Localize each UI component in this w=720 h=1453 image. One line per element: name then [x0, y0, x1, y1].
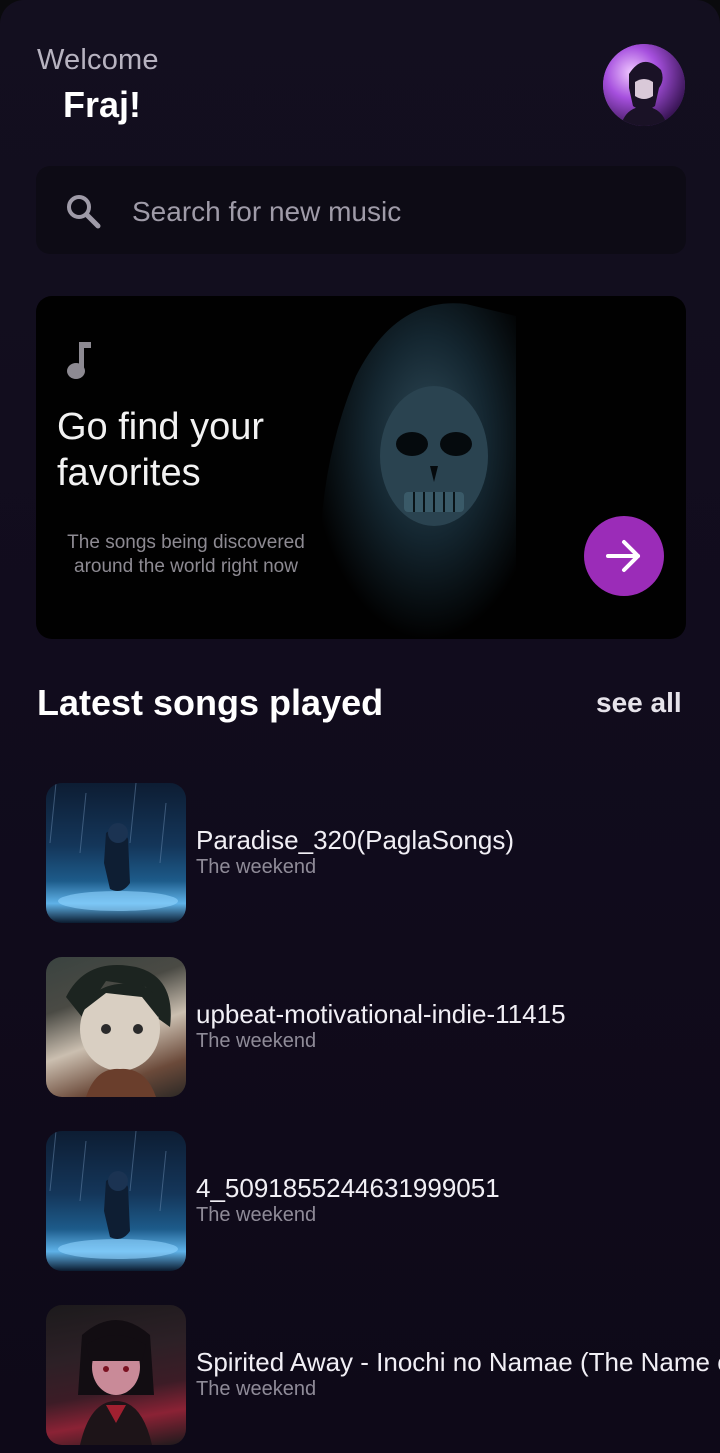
search-input[interactable] [132, 190, 652, 234]
hero-title-line1: Go find your [57, 406, 264, 448]
song-artist: The weekend [196, 856, 317, 878]
see-all-link[interactable]: see all [596, 687, 682, 719]
song-title: 4_5091855244631999051 [196, 1173, 500, 1203]
song-artist: The weekend [196, 1204, 317, 1226]
hero-title: Go find your favorites [57, 404, 357, 496]
avatar[interactable] [603, 44, 685, 126]
song-title: Paradise_320(PaglaSongs) [196, 825, 514, 855]
rain-figure-image [49, 1131, 178, 1259]
hero-title-line2: favorites [57, 452, 201, 494]
hero-subtitle-line2: around the world right now [74, 556, 298, 577]
song-item[interactable]: 4_5091855244631999051 The weekend [46, 1131, 720, 1271]
song-artwork [46, 957, 186, 1097]
latest-songs-title: Latest songs played [37, 682, 384, 723]
hero-subtitle: The songs being discovered around the wo… [56, 531, 316, 579]
song-artwork [46, 1131, 186, 1271]
home-screen: Welcome Fraj! Search for new music Go fi… [0, 0, 720, 1453]
avatar-image [603, 44, 685, 126]
song-artist: The weekend [196, 1378, 317, 1400]
song-item[interactable]: Spirited Away - Inochi no Namae (The Nam… [46, 1305, 720, 1445]
search-icon [67, 195, 101, 229]
anime-boy-image [66, 965, 171, 1097]
welcome-label: Welcome [37, 44, 159, 76]
song-artwork [46, 783, 186, 923]
explore-button[interactable] [584, 516, 664, 596]
song-title: Spirited Away - Inochi no Namae (The Nam… [196, 1347, 720, 1377]
song-item[interactable]: upbeat-motivational-indie-11415 The week… [46, 957, 720, 1097]
arrow-right-icon [606, 540, 640, 572]
song-item[interactable]: Paradise_320(PaglaSongs) The weekend [46, 783, 720, 923]
song-artwork [46, 1305, 186, 1445]
rain-figure-image [49, 783, 178, 911]
music-note-icon [67, 342, 91, 379]
song-title: upbeat-motivational-indie-11415 [196, 999, 566, 1029]
username-label: Fraj! [63, 84, 142, 125]
anime-girl-image [78, 1320, 154, 1445]
hero-subtitle-line1: The songs being discovered [67, 532, 305, 553]
song-artist: The weekend [196, 1030, 317, 1052]
